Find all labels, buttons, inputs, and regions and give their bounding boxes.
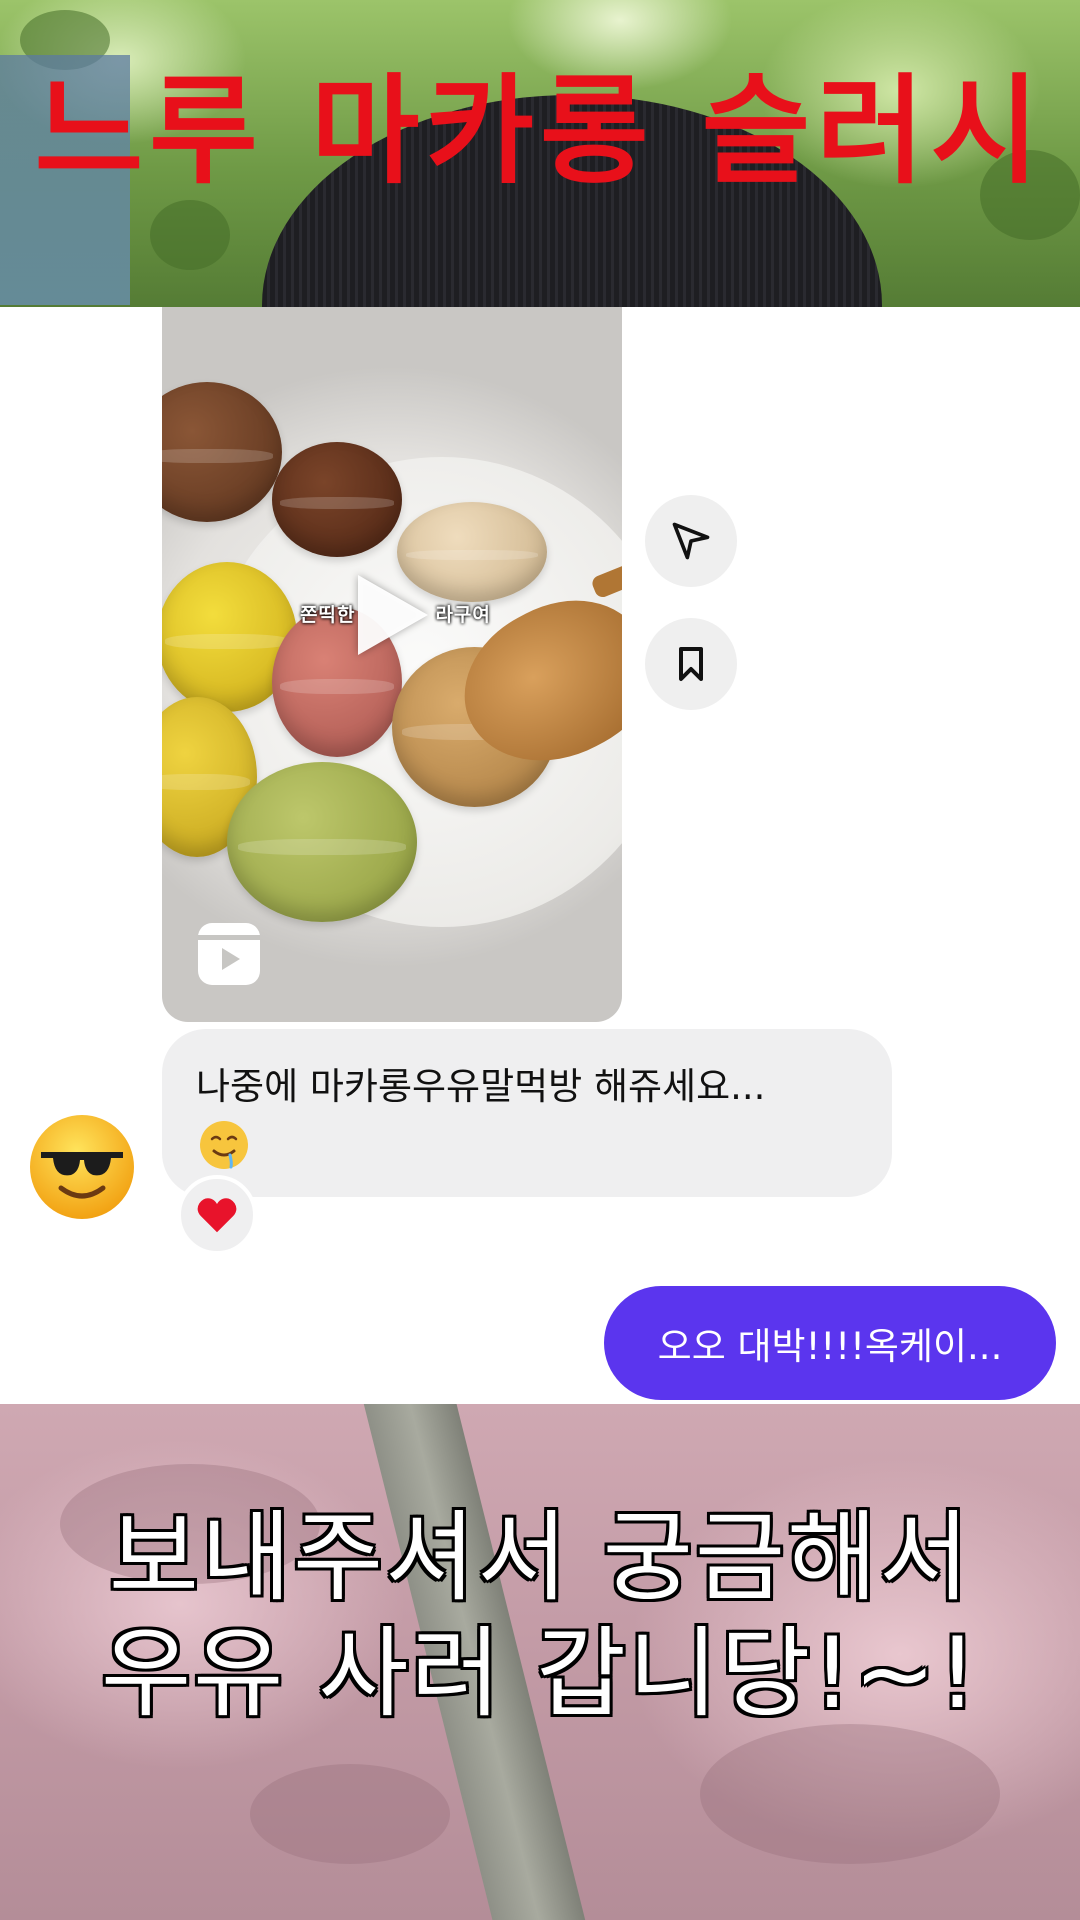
reels-icon <box>198 923 260 985</box>
overlay-title: 느루 마카롱 슬러시 <box>34 62 1046 200</box>
overlay-caption-line2: 우유 사러 갑니당!~! <box>100 1616 980 1731</box>
bookmark-icon <box>679 647 703 681</box>
shared-reel-card[interactable]: 쫀띡한 라구여 <box>162 307 622 1022</box>
macaron-pistachio <box>227 762 417 922</box>
top-background-scene: 느루 마카롱 슬러시 <box>0 0 1080 307</box>
bottom-background-scene: 보내주셔서 궁금해서 우유 사러 갑니당!~! <box>0 1404 1080 1920</box>
macaron-chocolate <box>162 382 282 522</box>
overlay-caption: 보내주셔서 궁금해서 우유 사러 갑니당!~! <box>0 1501 1080 1732</box>
received-message-text: 나중에 마카롱우유말먹방 해쥬세요... <box>196 1065 766 1108</box>
red-heart-icon <box>197 1198 237 1233</box>
save-button[interactable] <box>645 618 737 710</box>
drooling-face-emoji <box>200 1121 248 1169</box>
overlay-caption-line1: 보내주셔서 궁금해서 <box>108 1501 972 1615</box>
macaron-dark <box>272 442 402 557</box>
sunglasses-face-emoji <box>30 1115 134 1219</box>
received-message-bubble[interactable]: 나중에 마카롱우유말먹방 해쥬세요... <box>162 1029 892 1197</box>
play-icon[interactable] <box>358 575 428 655</box>
share-button[interactable] <box>645 495 737 587</box>
heart-reaction[interactable] <box>177 1175 257 1255</box>
jacket-fold <box>250 1764 450 1864</box>
reel-caption-right: 라구여 <box>435 604 491 626</box>
jacket-fold <box>700 1724 1000 1864</box>
sender-avatar[interactable] <box>27 1112 137 1222</box>
sent-message-text: 오오 대박!!!!옥케이... <box>657 1325 1003 1368</box>
reel-caption-left: 쫀띡한 <box>300 604 356 626</box>
foliage <box>150 200 230 270</box>
sent-message-bubble[interactable]: 오오 대박!!!!옥케이... <box>604 1286 1056 1400</box>
dm-chat-panel: 쫀띡한 라구여 나중에 마카롱우유말먹방 해쥬세요... 오오 대박!!!!옥케… <box>0 307 1080 1404</box>
paper-plane-icon <box>672 522 710 560</box>
